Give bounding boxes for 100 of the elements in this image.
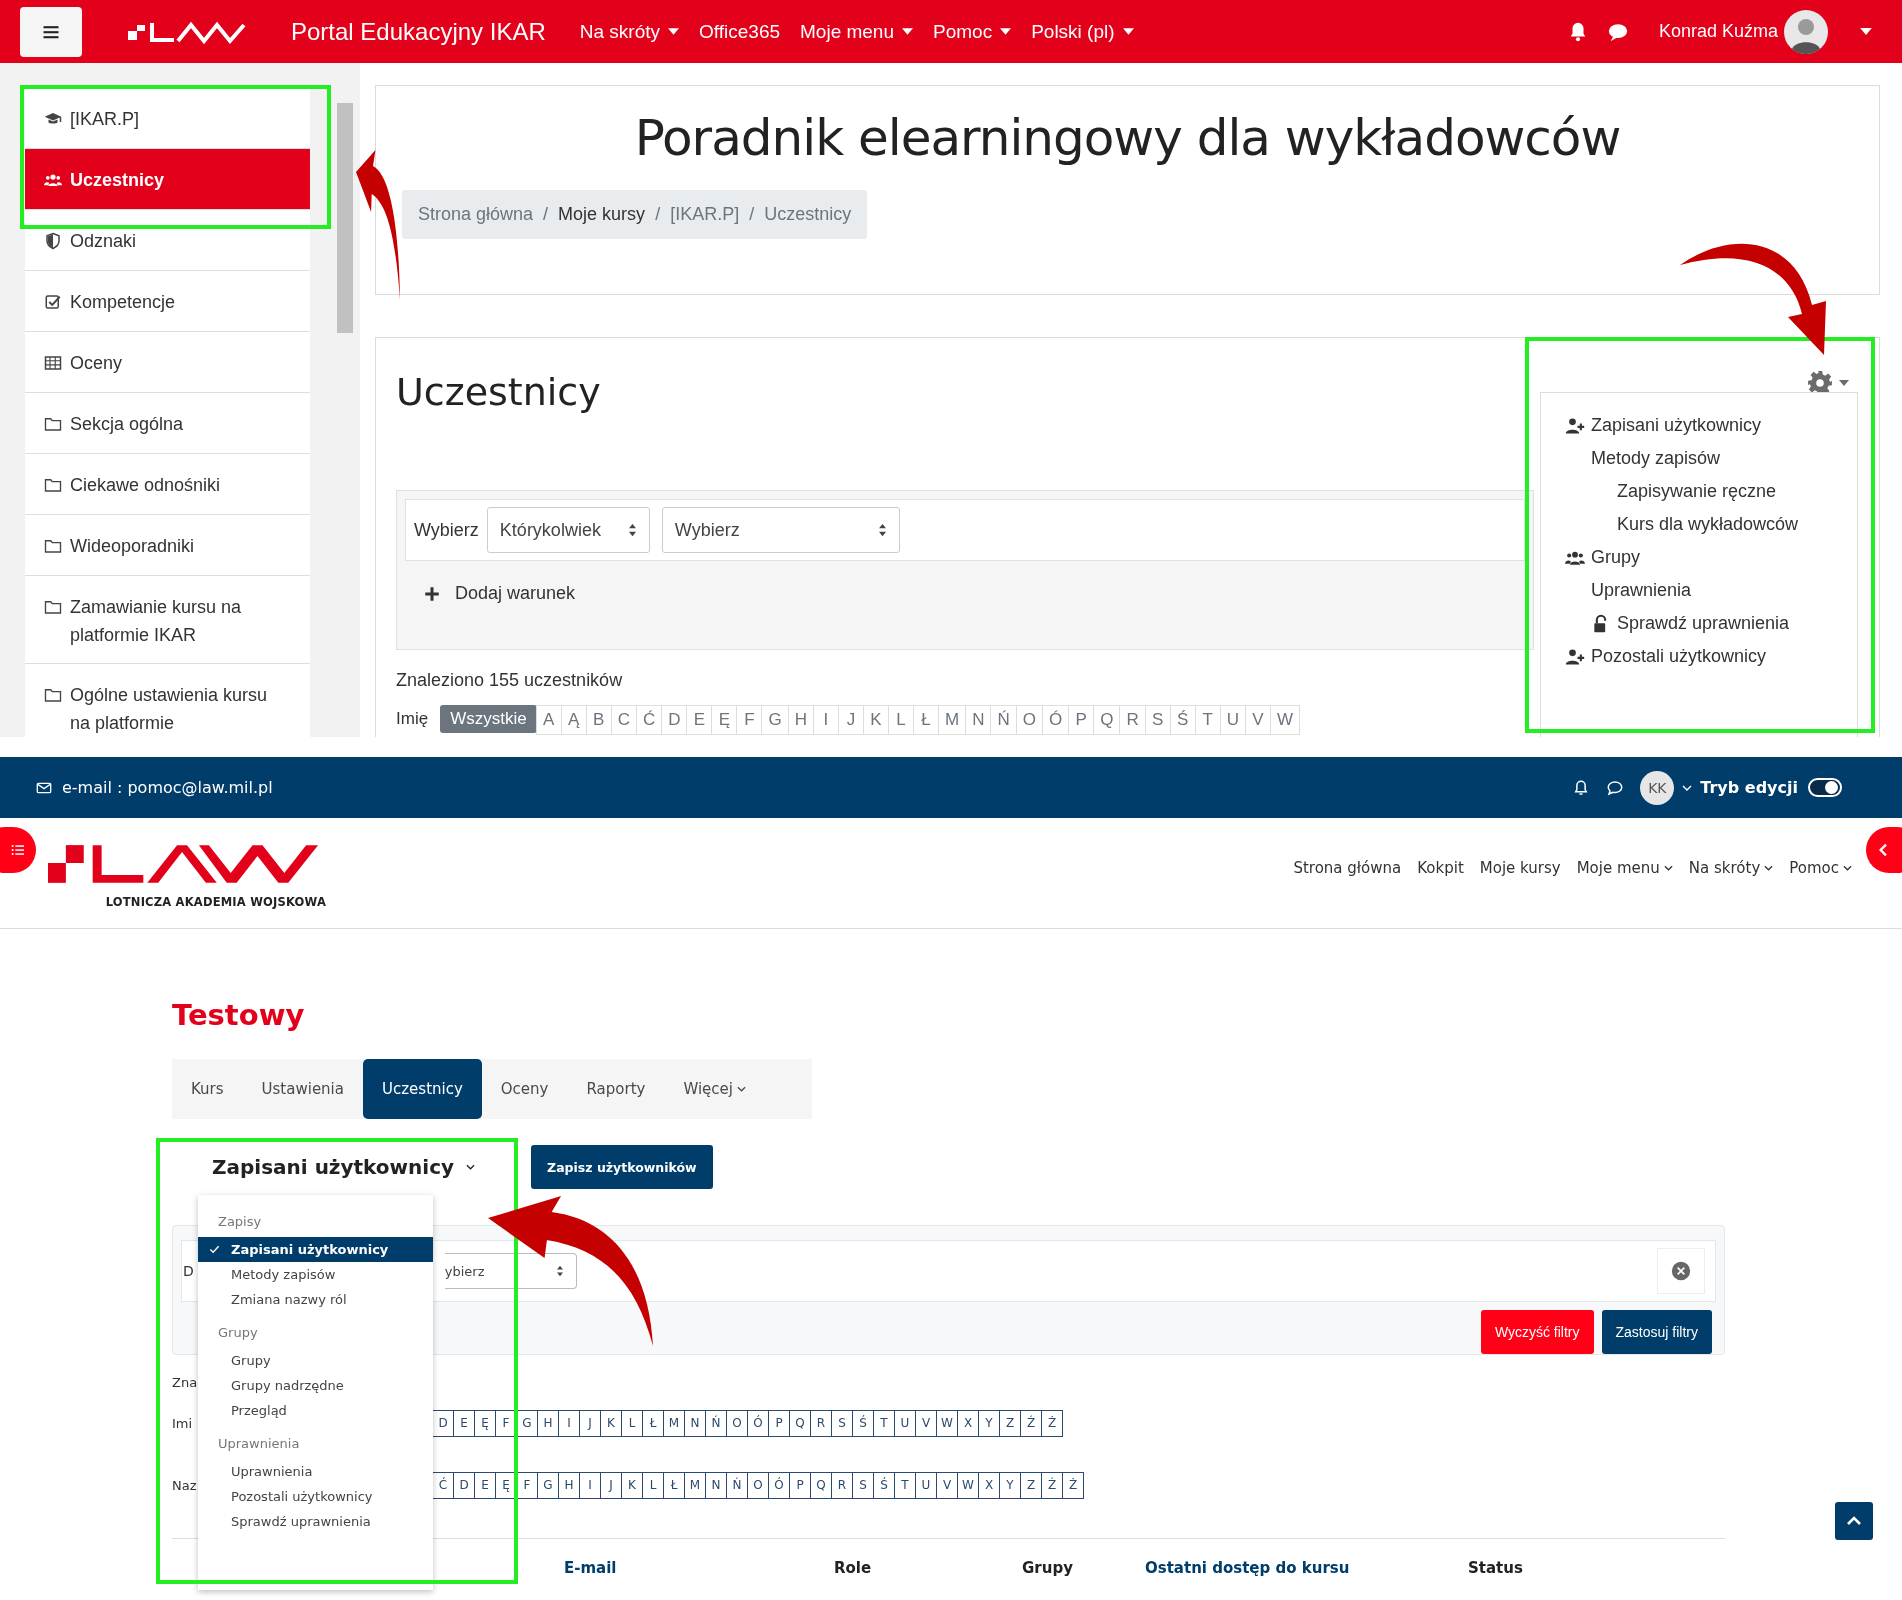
clear-filters-button[interactable]: Wyczyść filtry [1480, 1310, 1594, 1354]
menu-item[interactable]: Grupy nadrzędne [198, 1373, 433, 1398]
nav-menu-item[interactable]: Polski (pl) [1031, 20, 1134, 43]
tab[interactable]: Oceny [481, 1059, 568, 1119]
letter-button[interactable]: Q [1093, 705, 1121, 735]
messages-button[interactable] [1606, 778, 1625, 797]
letter-button[interactable]: P [789, 1471, 811, 1499]
letter-button[interactable]: S [852, 1471, 874, 1499]
filter-select[interactable]: ybierz [444, 1253, 577, 1289]
letter-button[interactable]: E [453, 1409, 475, 1437]
letter-button[interactable]: S [1144, 705, 1171, 735]
letter-button[interactable]: L [621, 1409, 643, 1437]
letter-button[interactable]: Ń [990, 705, 1017, 735]
menu-item[interactable]: Zapisani użytkownicy [198, 1237, 433, 1262]
nav-menu-item[interactable]: Pomoc [1789, 859, 1852, 877]
letter-button[interactable]: U [894, 1409, 916, 1437]
letter-button[interactable]: Q [810, 1471, 832, 1499]
letter-button[interactable]: F [516, 1471, 538, 1499]
letter-button[interactable]: Ś [852, 1409, 874, 1437]
tab[interactable]: Ustawienia [242, 1059, 363, 1119]
tab[interactable]: Raporty [567, 1059, 665, 1119]
letter-button[interactable]: M [684, 1471, 706, 1499]
nav-menu-item[interactable]: Moje kursy [1479, 859, 1561, 877]
letter-button[interactable]: O [1015, 705, 1043, 735]
letter-button[interactable]: V [1245, 705, 1271, 735]
back-to-top-button[interactable] [1835, 1502, 1873, 1540]
filter-type-select[interactable]: Wybierz [661, 507, 900, 553]
letter-button[interactable]: Ń [705, 1409, 727, 1437]
menu-item[interactable]: Metody zapisów [1541, 442, 1857, 475]
email-link[interactable]: e-mail : pomoc@law.mil.pl [36, 778, 273, 797]
remove-filter-button[interactable] [1657, 1248, 1705, 1294]
letter-button[interactable]: H [787, 705, 814, 735]
breadcrumb-link[interactable]: Uczestnicy [764, 204, 852, 225]
nav-menu-item[interactable]: Pomoc [933, 20, 1012, 43]
letter-button[interactable]: Z [999, 1409, 1021, 1437]
letter-button[interactable]: K [621, 1471, 643, 1499]
letter-button[interactable]: U [915, 1471, 937, 1499]
letter-button[interactable]: V [936, 1471, 958, 1499]
letter-button[interactable]: C [610, 705, 637, 735]
letter-button[interactable]: R [810, 1409, 832, 1437]
letter-button[interactable]: I [813, 705, 839, 735]
letter-button[interactable]: N [705, 1471, 727, 1499]
menu-button[interactable] [20, 6, 82, 57]
tab[interactable]: Uczestnicy [363, 1059, 482, 1119]
letter-button[interactable]: R [1119, 705, 1146, 735]
sidebar-item[interactable]: Uczestnicy [25, 149, 310, 210]
letter-button[interactable]: Ó [747, 1409, 769, 1437]
nav-menu-item[interactable]: Na skróty [1688, 859, 1774, 877]
letter-button[interactable]: M [663, 1409, 685, 1437]
page-select[interactable]: Zapisani użytkownicy [212, 1155, 476, 1179]
letter-button[interactable]: Ł [913, 705, 939, 735]
letter-button[interactable]: H [537, 1409, 559, 1437]
letter-button[interactable]: D [661, 705, 688, 735]
letter-button[interactable]: Ę [711, 705, 738, 735]
letter-button[interactable]: Ł [642, 1409, 664, 1437]
letter-button[interactable]: S [831, 1409, 853, 1437]
letter-button[interactable]: Q [789, 1409, 811, 1437]
menu-item[interactable]: Uprawnienia [1541, 574, 1857, 607]
menu-item[interactable]: Zapisani użytkownicy [1541, 409, 1857, 442]
letter-button[interactable]: Ó [768, 1471, 790, 1499]
sort-column-header[interactable]: Ostatni dostęp do kursu [1145, 1559, 1468, 1577]
letter-button[interactable]: V [915, 1409, 937, 1437]
letter-button[interactable]: X [978, 1471, 1000, 1499]
letter-button[interactable]: A [535, 705, 562, 735]
letter-button[interactable]: Ś [1169, 705, 1196, 735]
letter-button[interactable]: Ń [726, 1471, 748, 1499]
letter-button[interactable]: I [579, 1471, 601, 1499]
menu-item[interactable]: Zapisywanie ręczne [1541, 475, 1857, 508]
menu-item[interactable]: Pozostali użytkownicy [1541, 640, 1857, 673]
breadcrumb-link[interactable]: [IKAR.P] [670, 204, 740, 225]
letter-button[interactable]: I [558, 1409, 580, 1437]
letter-button[interactable]: M [938, 705, 967, 735]
letter-button[interactable]: Y [978, 1409, 1000, 1437]
letter-button[interactable]: X [957, 1409, 979, 1437]
letter-button[interactable]: Y [999, 1471, 1021, 1499]
letter-button[interactable]: G [516, 1409, 538, 1437]
letter-button[interactable]: Ó [1041, 705, 1070, 735]
avatar[interactable] [1784, 9, 1828, 54]
letter-button[interactable]: Ź [1041, 1471, 1063, 1499]
letter-button[interactable]: K [863, 705, 889, 735]
letter-button[interactable]: G [761, 705, 789, 735]
avatar[interactable]: KK [1640, 770, 1675, 805]
letter-button[interactable]: Ę [474, 1409, 496, 1437]
apply-filters-button[interactable]: Zastosuj filtry [1601, 1310, 1712, 1354]
nav-menu-item[interactable]: Strona główna [1293, 859, 1402, 877]
letter-button[interactable]: T [1194, 705, 1221, 735]
letter-button[interactable]: N [965, 705, 992, 735]
tab[interactable]: Więcej [664, 1059, 765, 1119]
menu-item[interactable]: Zmiana nazwy ról [198, 1287, 433, 1312]
edit-mode-toggle[interactable] [1808, 778, 1842, 797]
letter-button[interactable]: Ż [1041, 1409, 1063, 1437]
letter-button[interactable]: W [936, 1409, 958, 1437]
menu-item[interactable]: Metody zapisów [198, 1262, 433, 1287]
menu-item[interactable]: Uprawnienia [198, 1459, 433, 1484]
nav-menu-item[interactable]: Kokpit [1417, 859, 1464, 877]
letter-button[interactable]: J [579, 1409, 601, 1437]
letter-button[interactable]: D [432, 1409, 454, 1437]
letter-button[interactable]: E [474, 1471, 496, 1499]
letter-button[interactable]: E [686, 705, 713, 735]
letter-button[interactable]: O [747, 1471, 769, 1499]
